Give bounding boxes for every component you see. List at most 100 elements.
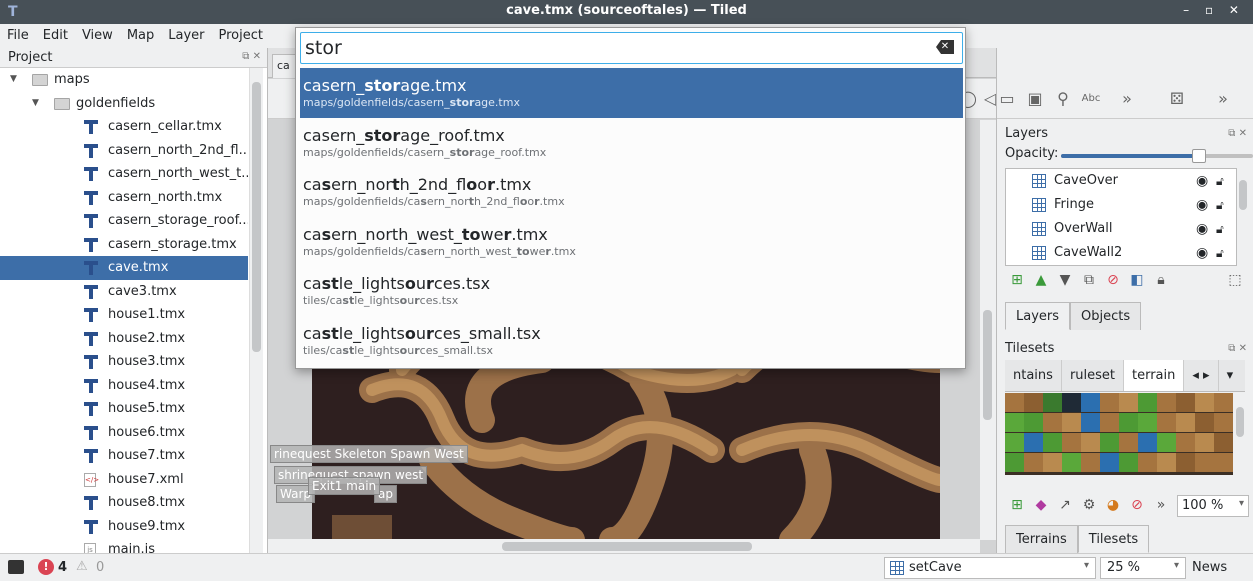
tileset-tile[interactable] [1043, 393, 1062, 412]
project-tree-item[interactable]: house7.tmx [0, 444, 248, 468]
project-tree-item[interactable]: casern_north_2nd_fl... [0, 139, 248, 163]
scrollbar-thumb[interactable] [1236, 407, 1244, 437]
expand-arrow-icon[interactable]: ▼ [10, 68, 17, 91]
dock-float-close-icon[interactable]: ⧉ ✕ [1228, 343, 1247, 354]
tileset-tile[interactable] [1100, 433, 1119, 452]
menu-layer[interactable]: Layer [161, 24, 211, 48]
layer-row[interactable]: OverWall ◉ 🔓︎ [1006, 217, 1236, 241]
tileset-tile[interactable] [1157, 453, 1176, 472]
error-count[interactable]: 4 [58, 560, 67, 575]
clear-text-icon[interactable]: ✕ [936, 40, 954, 54]
tab-terrains[interactable]: Terrains [1005, 525, 1078, 553]
quick-open-input[interactable] [305, 35, 925, 61]
project-tree-item[interactable]: ▼ maps [0, 68, 248, 92]
tileset-tile[interactable] [1176, 453, 1195, 472]
quick-open-result[interactable]: casern_north_2nd_floor.tmx maps/goldenfie… [300, 167, 963, 217]
tileset-tile[interactable] [1043, 433, 1062, 452]
tileset-tile[interactable] [1062, 393, 1081, 412]
tileset-tile[interactable] [1214, 433, 1233, 452]
project-tree-item[interactable]: casern_storage.tmx [0, 233, 248, 257]
tab-layers[interactable]: Layers [1005, 302, 1071, 330]
remove-layer-icon[interactable]: ⊘ [1101, 272, 1125, 288]
tab-objects[interactable]: Objects [1070, 302, 1142, 330]
tileset-tile[interactable] [1138, 433, 1157, 452]
project-tree-item[interactable]: house5.tmx [0, 397, 248, 421]
rectangle-tool-icon[interactable]: ▭ [997, 89, 1017, 109]
project-scrollbar[interactable] [249, 68, 263, 553]
tileset-tile[interactable] [1081, 453, 1100, 472]
tileset-tile[interactable] [1005, 413, 1024, 432]
tileset-tile[interactable] [1214, 413, 1233, 432]
tileset-tile[interactable] [1176, 413, 1195, 432]
expand-arrow-icon[interactable]: ▼ [32, 92, 39, 115]
tileset-tile[interactable] [1138, 393, 1157, 412]
lock-open-icon[interactable]: 🔓︎ [1216, 193, 1224, 217]
tileset-tile[interactable] [1195, 413, 1214, 432]
tileset-tile[interactable] [1157, 413, 1176, 432]
tileset-tile[interactable] [1138, 413, 1157, 432]
raise-layer-icon[interactable]: ▲ [1029, 272, 1053, 288]
tileset-tile[interactable] [1005, 393, 1024, 412]
overflow-icon[interactable]: » [1213, 89, 1233, 109]
dice-icon[interactable]: ⚄ [1167, 89, 1187, 109]
map-horizontal-scrollbar[interactable] [268, 539, 980, 553]
project-tree-item[interactable]: ▼ goldenfields [0, 92, 248, 116]
dock-float-close-icon[interactable]: ⧉ ✕ [1228, 128, 1247, 139]
layer-list[interactable]: CaveOver ◉ 🔓︎ Fringe ◉ 🔓︎ OverWall ◉ 🔓︎ CaveWall2… [1005, 168, 1237, 266]
scrollbar-thumb[interactable] [1239, 180, 1247, 210]
tileset-tile[interactable] [1176, 433, 1195, 452]
map-zoom-combo[interactable]: 25 % ▾ [1100, 557, 1186, 579]
tileset-tab-scroll-arrows[interactable]: ◂ ▸ [1184, 360, 1219, 391]
window-controls[interactable]: – ▫ ✕ [1183, 3, 1245, 17]
tileset-tile[interactable] [1195, 393, 1214, 412]
tileset-tile[interactable] [1062, 433, 1081, 452]
object-label-exit1-main[interactable]: Exit1 main [308, 477, 381, 495]
tileset-tile[interactable] [1005, 453, 1024, 472]
project-tree-item[interactable]: house8.tmx [0, 491, 248, 515]
tileset-tab-terrain[interactable]: terrain [1124, 360, 1185, 391]
embed-tileset-icon[interactable]: ◆ [1029, 497, 1053, 513]
toggle-other-layers-icon[interactable]: ◧ [1125, 272, 1149, 288]
project-tree-item[interactable]: cave.tmx [0, 256, 248, 280]
tileset-tab-mountains[interactable]: ntains [1005, 360, 1062, 391]
project-tree-item[interactable]: house4.tmx [0, 374, 248, 398]
menu-project[interactable]: Project [212, 24, 270, 48]
menu-file[interactable]: File [0, 24, 36, 48]
quick-open-result[interactable]: casern_storage_roof.tmx maps/goldenfields… [300, 118, 963, 168]
text-tool-icon[interactable]: Abc [1081, 89, 1101, 109]
quick-open-result[interactable]: casern_storage.tmx maps/goldenfields/case… [300, 68, 963, 118]
project-tree[interactable]: ▼ maps ▼ goldenfields casern_cellar.tmx caser… [0, 68, 267, 562]
layer-row[interactable]: CaveOver ◉ 🔓︎ [1006, 169, 1236, 193]
tileset-tile[interactable] [1214, 393, 1233, 412]
tileset-tile[interactable] [1005, 433, 1024, 452]
tileset-view[interactable] [1005, 393, 1233, 475]
tileset-tile[interactable] [1119, 453, 1138, 472]
tileset-tile[interactable] [1100, 393, 1119, 412]
lock-open-icon[interactable]: 🔓︎ [1216, 217, 1224, 241]
tileset-tile[interactable] [1081, 393, 1100, 412]
visibility-eye-icon[interactable]: ◉ [1196, 241, 1208, 265]
menu-map[interactable]: Map [120, 24, 161, 48]
visibility-eye-icon[interactable]: ◉ [1196, 169, 1208, 193]
tileset-tile[interactable] [1176, 393, 1195, 412]
tileset-tile[interactable] [1119, 393, 1138, 412]
tileset-tile[interactable] [1043, 413, 1062, 432]
tileset-tile[interactable] [1195, 433, 1214, 452]
tileset-menu-icon[interactable]: ▾ [1219, 360, 1242, 391]
menu-view[interactable]: View [75, 24, 120, 48]
tileset-tile[interactable] [1043, 453, 1062, 472]
project-tree-item[interactable]: house3.tmx [0, 350, 248, 374]
project-tree-item[interactable]: casern_cellar.tmx [0, 115, 248, 139]
image-tool-icon[interactable]: ▣ [1025, 89, 1045, 109]
opacity-slider[interactable] [1061, 149, 1253, 163]
tileset-more-icon[interactable]: » [1149, 497, 1173, 513]
project-tree-item[interactable]: casern_north_west_t... [0, 162, 248, 186]
remove-tileset-icon[interactable]: ⊘ [1125, 497, 1149, 513]
layer-row[interactable]: Fringe ◉ 🔓︎ [1006, 193, 1236, 217]
tileset-scrollbar[interactable] [1233, 393, 1247, 475]
project-tree-item[interactable]: house9.tmx [0, 515, 248, 539]
visibility-eye-icon[interactable]: ◉ [1196, 217, 1208, 241]
project-tree-item[interactable]: house2.tmx [0, 327, 248, 351]
export-tileset-icon[interactable]: ↗ [1053, 497, 1077, 513]
scrollbar-thumb[interactable] [252, 82, 261, 352]
